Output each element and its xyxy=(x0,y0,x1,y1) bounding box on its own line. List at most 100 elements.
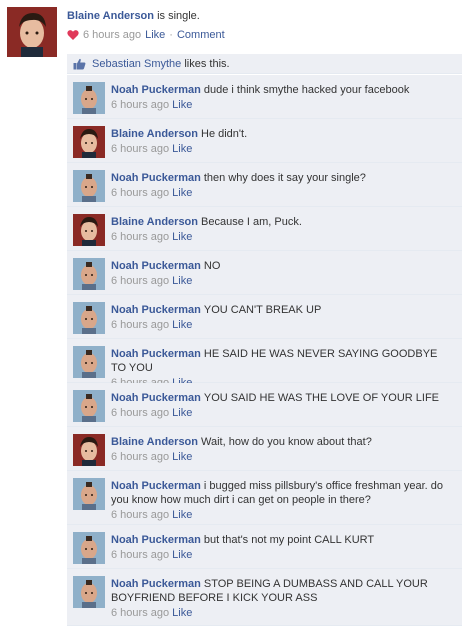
thumbs-up-icon xyxy=(73,58,86,69)
comment-time: 6 hours ago xyxy=(111,275,170,287)
comment-author[interactable]: Blaine Anderson xyxy=(111,436,198,448)
comment-item: Noah Puckerman then why does it say your … xyxy=(67,163,462,207)
puck-avatar[interactable] xyxy=(73,170,105,202)
puck-avatar[interactable] xyxy=(73,390,105,422)
comment-meta: 6 hours ago Like xyxy=(111,508,454,522)
comment-list: Noah Puckerman dude i think smythe hacked… xyxy=(67,75,462,626)
comment-body: Noah Puckerman STOP BEING A DUMBASS AND C… xyxy=(111,577,454,620)
comment-body: Noah Puckerman then why does it say your … xyxy=(111,171,454,200)
comment-author[interactable]: Noah Puckerman xyxy=(111,392,201,404)
comment-meta: 6 hours ago Like xyxy=(111,230,454,244)
comment-text: Because I am, Puck. xyxy=(201,216,302,228)
comment-body: Blaine Anderson Because I am, Puck. 6 hou… xyxy=(111,215,454,244)
puck-avatar[interactable] xyxy=(73,302,105,334)
blaine-avatar[interactable] xyxy=(7,7,57,57)
comment-time: 6 hours ago xyxy=(111,319,170,331)
comment-meta: 6 hours ago Like xyxy=(111,318,454,332)
comment-time: 6 hours ago xyxy=(111,407,170,419)
comment-time: 6 hours ago xyxy=(111,607,170,619)
comment-time: 6 hours ago xyxy=(111,549,170,561)
status-like-link[interactable]: Like xyxy=(145,29,165,41)
comment-like-link[interactable]: Like xyxy=(172,231,192,243)
comment-body: Blaine Anderson Wait, how do you know abo… xyxy=(111,435,454,464)
comment-meta: 6 hours ago Like xyxy=(111,186,454,200)
comment-item: Blaine Anderson He didn't. 6 hours ago Li… xyxy=(67,119,462,163)
comment-item: Blaine Anderson Because I am, Puck. 6 hou… xyxy=(67,207,462,251)
comment-meta: 6 hours ago Like xyxy=(111,274,454,288)
comment-author[interactable]: Noah Puckerman xyxy=(111,348,201,360)
puck-avatar[interactable] xyxy=(73,532,105,564)
comment-like-link[interactable]: Like xyxy=(172,407,192,419)
comment-text: YOU SAID HE WAS THE LOVE OF YOUR LIFE xyxy=(203,392,439,404)
comment-time: 6 hours ago xyxy=(111,143,170,155)
comment-body: Noah Puckerman YOU SAID HE WAS THE LOVE O… xyxy=(111,391,454,420)
comment-text: He didn't. xyxy=(201,128,248,140)
comment-meta: 6 hours ago Like xyxy=(111,606,454,620)
puck-avatar[interactable] xyxy=(73,346,105,378)
comment-time: 6 hours ago xyxy=(111,451,170,463)
puck-avatar[interactable] xyxy=(73,478,105,510)
comment-like-link[interactable]: Like xyxy=(172,607,192,619)
comment-text: then why does it say your single? xyxy=(203,172,366,184)
comment-item: Noah Puckerman YOU CAN'T BREAK UP 6 hours… xyxy=(67,295,462,339)
status-comment-link[interactable]: Comment xyxy=(177,29,225,41)
comment-like-link[interactable]: Like xyxy=(172,451,192,463)
likes-text: likes this. xyxy=(184,57,230,70)
status-author[interactable]: Blaine Anderson xyxy=(67,10,154,22)
comment-text: Wait, how do you know about that? xyxy=(201,436,372,448)
comment-author[interactable]: Noah Puckerman xyxy=(111,172,201,184)
comment-like-link[interactable]: Like xyxy=(172,275,192,287)
comment-item: Noah Puckerman dude i think smythe hacked… xyxy=(67,75,462,119)
heart-icon xyxy=(67,30,79,40)
comment-body: Noah Puckerman i bugged miss pillsbury's … xyxy=(111,479,454,522)
comment-body: Noah Puckerman NO 6 hours ago Like xyxy=(111,259,454,288)
comment-body: Noah Puckerman YOU CAN'T BREAK UP 6 hours… xyxy=(111,303,454,332)
comment-meta: 6 hours ago Like xyxy=(111,450,454,464)
comment-time: 6 hours ago xyxy=(111,509,170,521)
comment-meta: 6 hours ago Like xyxy=(111,98,454,112)
comment-like-link[interactable]: Like xyxy=(172,143,192,155)
comment-meta: 6 hours ago Like xyxy=(111,406,454,420)
comment-item: Noah Puckerman but that's not my point CA… xyxy=(67,525,462,569)
comment-author[interactable]: Noah Puckerman xyxy=(111,578,201,590)
comment-author[interactable]: Noah Puckerman xyxy=(111,304,201,316)
comment-meta: 6 hours ago Like xyxy=(111,142,454,156)
comment-item: Noah Puckerman i bugged miss pillsbury's … xyxy=(67,471,462,525)
comment-body: Blaine Anderson He didn't. 6 hours ago Li… xyxy=(111,127,454,156)
puck-avatar[interactable] xyxy=(73,258,105,290)
comment-meta: 6 hours ago Like xyxy=(111,548,454,562)
comment-like-link[interactable]: Like xyxy=(172,187,192,199)
comment-item: Noah Puckerman STOP BEING A DUMBASS AND C… xyxy=(67,569,462,626)
status-separator: · xyxy=(169,29,173,41)
comment-like-link[interactable]: Like xyxy=(172,549,192,561)
comment-author[interactable]: Noah Puckerman xyxy=(111,260,201,272)
comment-item: Blaine Anderson Wait, how do you know abo… xyxy=(67,427,462,471)
comment-text: but that's not my point CALL KURT xyxy=(203,534,375,546)
comment-time: 6 hours ago xyxy=(111,99,170,111)
comment-text: YOU CAN'T BREAK UP xyxy=(203,304,322,316)
comment-body: Noah Puckerman dude i think smythe hacked… xyxy=(111,83,454,112)
comment-time: 6 hours ago xyxy=(111,187,170,199)
blaine-avatar[interactable] xyxy=(73,214,105,246)
comment-author[interactable]: Noah Puckerman xyxy=(111,534,201,546)
puck-avatar[interactable] xyxy=(73,576,105,608)
status-time: 6 hours ago xyxy=(83,29,142,41)
comment-text: NO xyxy=(203,260,221,272)
feedback-section: Sebastian Smythe likes this. Noah Pucker… xyxy=(67,50,467,627)
comment-like-link[interactable]: Like xyxy=(172,509,192,521)
comment-author[interactable]: Noah Puckerman xyxy=(111,84,201,96)
status-text: is single. xyxy=(157,10,200,22)
comment-author[interactable]: Noah Puckerman xyxy=(111,480,201,492)
comment-item: Noah Puckerman NO 6 hours ago Like xyxy=(67,251,462,295)
status-meta: 6 hours ago Like · Comment xyxy=(67,29,225,41)
puck-avatar[interactable] xyxy=(73,82,105,114)
comment-like-link[interactable]: Like xyxy=(172,99,192,111)
blaine-avatar[interactable] xyxy=(73,434,105,466)
comment-text: dude i think smythe hacked your facebook xyxy=(203,84,410,96)
liker-name[interactable]: Sebastian Smythe xyxy=(92,58,181,70)
comment-item: Noah Puckerman YOU SAID HE WAS THE LOVE O… xyxy=(67,383,462,427)
comment-author[interactable]: Blaine Anderson xyxy=(111,216,198,228)
comment-author[interactable]: Blaine Anderson xyxy=(111,128,198,140)
blaine-avatar[interactable] xyxy=(73,126,105,158)
comment-like-link[interactable]: Like xyxy=(172,319,192,331)
